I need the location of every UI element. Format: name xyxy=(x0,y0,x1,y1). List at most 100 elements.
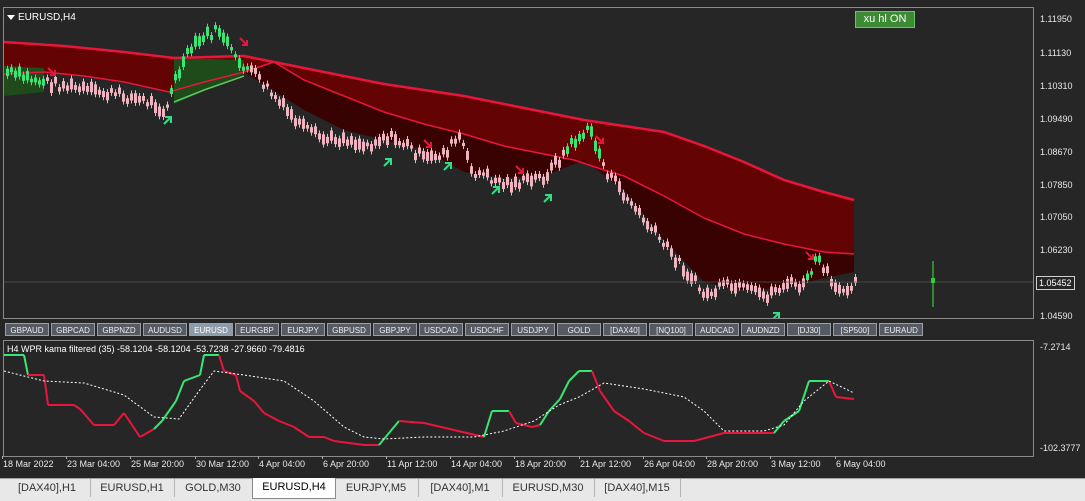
symbol-button-gbpnzd[interactable]: GBPNZD xyxy=(97,323,141,336)
price-tick-label: 1.11950 xyxy=(1040,14,1072,24)
wpr-line-segment xyxy=(568,370,580,382)
candle xyxy=(338,138,341,147)
candle xyxy=(802,278,805,288)
symbol-button-audcad[interactable]: AUDCAD xyxy=(695,323,739,336)
wpr-line-segment xyxy=(278,420,295,428)
candle xyxy=(494,177,497,183)
chart-tab--dax40--h1[interactable]: [DAX40],H1 xyxy=(4,479,91,497)
chart-tab-gold-m30[interactable]: GOLD,M30 xyxy=(174,479,253,497)
price-tick-label: 1.08670 xyxy=(1040,147,1073,157)
time-tick-label: 14 Apr 04:00 xyxy=(451,459,503,469)
candle xyxy=(410,145,413,149)
wpr-line-segment xyxy=(378,438,385,446)
time-tick-mark xyxy=(643,456,644,459)
candle xyxy=(322,134,325,145)
candle xyxy=(582,132,585,139)
candle xyxy=(402,142,405,148)
time-tick-label: 23 Mar 04:00 xyxy=(67,459,121,469)
candle xyxy=(50,82,53,93)
wpr-line-segment xyxy=(253,400,265,414)
wpr-line-segment xyxy=(613,410,630,422)
candle xyxy=(674,257,677,268)
candle xyxy=(242,66,245,71)
candle xyxy=(394,134,397,146)
symbol-button-dax40[interactable]: [DAX40] xyxy=(603,323,647,336)
candle xyxy=(26,71,29,81)
candle xyxy=(798,283,801,293)
symbol-button-audnzd[interactable]: AUDNZD xyxy=(741,323,785,336)
symbol-button-eurjpy[interactable]: EURJPY xyxy=(281,323,325,336)
candle xyxy=(466,150,469,160)
candle xyxy=(118,87,121,94)
candle xyxy=(846,285,849,296)
candle xyxy=(30,78,33,83)
candle xyxy=(634,206,637,212)
time-tick-mark xyxy=(450,456,451,459)
candle xyxy=(98,89,101,95)
candle xyxy=(546,172,549,181)
symbol-button-euraud[interactable]: EURAUD xyxy=(879,323,923,336)
candle xyxy=(302,118,305,129)
symbol-button-dj30[interactable]: [DJ30] xyxy=(787,323,831,336)
price-tick-label: 1.04590 xyxy=(1040,311,1073,321)
candle xyxy=(658,236,661,240)
candle xyxy=(198,36,201,47)
symbol-button-nq100[interactable]: [NQ100] xyxy=(649,323,693,336)
candle xyxy=(434,153,437,161)
candle xyxy=(654,225,657,233)
candle xyxy=(422,151,425,160)
chart-tab-eurusd-h4[interactable]: EURUSD,H4 xyxy=(252,478,336,499)
candle xyxy=(174,74,177,81)
candle xyxy=(526,173,529,183)
chart-tab-eurjpy-m5[interactable]: EURJPY,M5 xyxy=(334,479,419,497)
candle xyxy=(790,277,793,285)
time-tick-mark xyxy=(66,456,67,459)
time-tick-label: 6 May 04:00 xyxy=(836,459,886,469)
chart-tab-eurusd-m30[interactable]: EURUSD,M30 xyxy=(502,479,595,497)
wpr-line-segment xyxy=(43,374,49,406)
wpr-line-segment xyxy=(548,398,561,412)
symbol-button-gbpusd[interactable]: GBPUSD xyxy=(327,323,371,336)
chart-title: EURUSD,H4 xyxy=(7,12,76,23)
candle xyxy=(230,47,233,51)
candle xyxy=(662,242,665,247)
wpr-line-segment xyxy=(79,408,95,426)
symbol-button-gbpaud[interactable]: GBPAUD xyxy=(5,323,49,336)
chart-tab-eurusd-h1[interactable]: EURUSD,H1 xyxy=(90,479,175,497)
symbol-button-eurusd[interactable]: EURUSD xyxy=(189,323,233,336)
candle xyxy=(682,265,685,277)
symbol-button-gbpjpy[interactable]: GBPJPY xyxy=(373,323,417,336)
price-chart-canvas[interactable] xyxy=(4,8,1033,318)
symbol-button-usdjpy[interactable]: USDJPY xyxy=(511,323,555,336)
symbol-button-gold[interactable]: GOLD xyxy=(557,323,601,336)
candle xyxy=(778,287,781,293)
candle xyxy=(842,288,845,293)
indicator-subwindow[interactable]: H4 WPR kama filtered (35) -58.1204 -58.1… xyxy=(3,340,1034,457)
candle xyxy=(398,141,401,146)
symbol-button-audusd[interactable]: AUDUSD xyxy=(143,323,187,336)
xu-hl-toggle-button[interactable]: xu hl ON xyxy=(855,11,915,28)
candle xyxy=(214,25,217,30)
symbol-button-gbpcad[interactable]: GBPCAD xyxy=(51,323,95,336)
chart-menu-icon[interactable] xyxy=(7,14,15,20)
candle xyxy=(626,197,629,201)
candle xyxy=(386,136,389,146)
candle xyxy=(742,283,745,288)
wpr-line-segment xyxy=(113,412,125,426)
candle xyxy=(446,150,449,158)
symbol-button-usdchf[interactable]: USDCHF xyxy=(465,323,509,336)
candle xyxy=(126,98,129,104)
candle xyxy=(786,278,789,289)
candle xyxy=(746,284,749,290)
main-chart[interactable]: EURUSD,H4 xu hl ON xyxy=(3,7,1034,319)
candle xyxy=(486,168,489,178)
symbol-button-sp500[interactable]: [SP500] xyxy=(833,323,877,336)
candle xyxy=(70,78,73,90)
symbol-button-eurgbp[interactable]: EURGBP xyxy=(235,323,279,336)
candle xyxy=(670,248,673,257)
indicator-canvas[interactable] xyxy=(4,341,1033,456)
chart-tab--dax40--m15[interactable]: [DAX40],M15 xyxy=(594,479,681,497)
symbol-button-usdcad[interactable]: USDCAD xyxy=(419,323,463,336)
chart-tab--dax40--m1[interactable]: [DAX40],M1 xyxy=(418,479,503,497)
candle xyxy=(334,137,337,145)
